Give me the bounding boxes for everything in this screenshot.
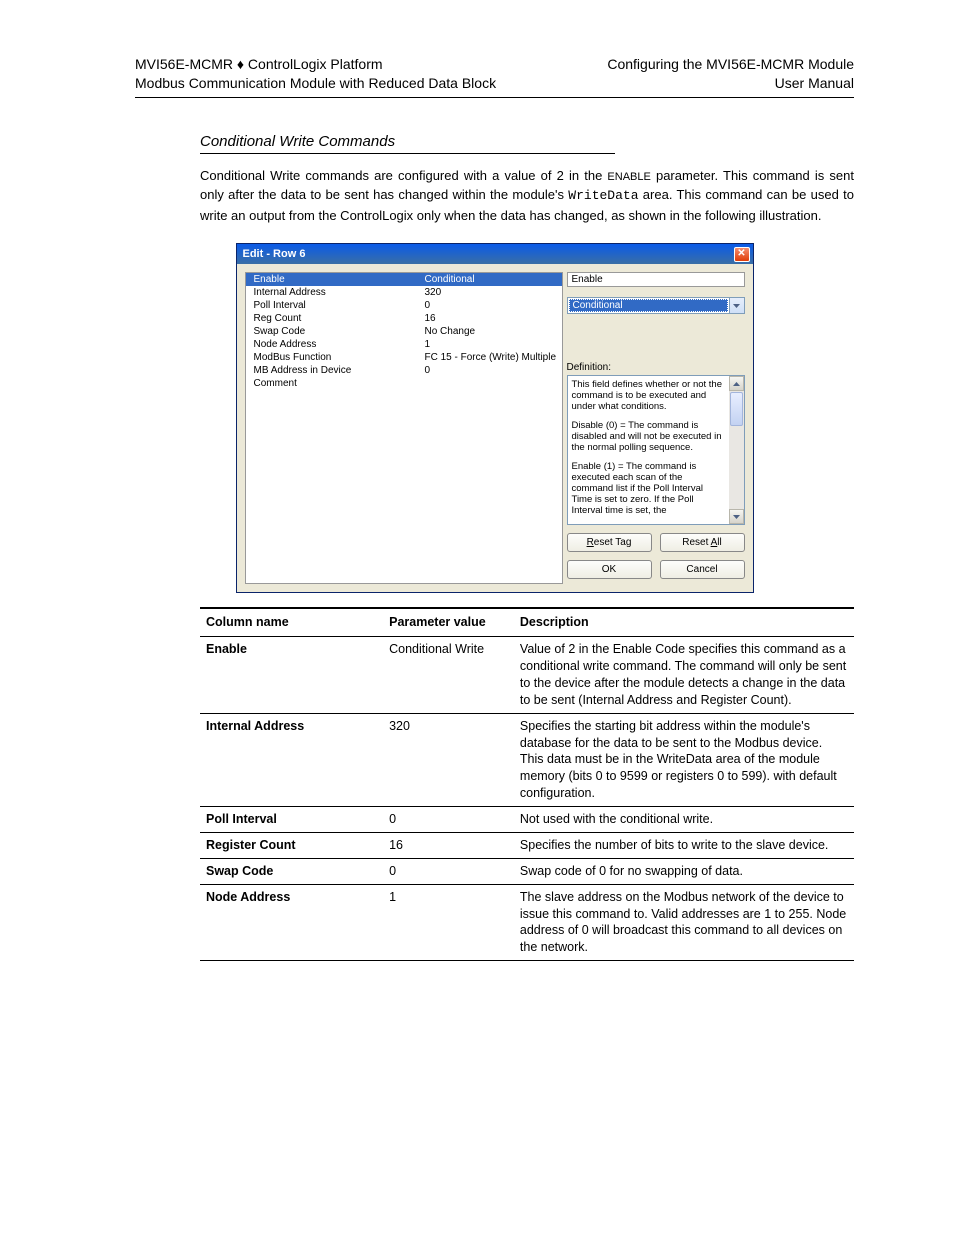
list-item: Internal Address320 xyxy=(246,286,562,299)
field-label: Enable xyxy=(567,272,745,287)
header-right: Configuring the MVI56E-MCMR Module User … xyxy=(607,55,854,93)
intro-paragraph: Conditional Write commands are configure… xyxy=(200,166,854,226)
scroll-thumb[interactable] xyxy=(730,392,743,426)
reset-all-button[interactable]: Reset All xyxy=(660,533,745,552)
table-row: Node Address1The slave address on the Mo… xyxy=(200,884,854,961)
table-row: Internal Address320Specifies the startin… xyxy=(200,713,854,806)
table-row: Poll Interval0Not used with the conditio… xyxy=(200,807,854,833)
header-left-2: Modbus Communication Module with Reduced… xyxy=(135,74,496,93)
list-item: MB Address in Device0 xyxy=(246,364,562,377)
header-left: MVI56E-MCMR ♦ ControlLogix Platform Modb… xyxy=(135,55,496,93)
header-rule xyxy=(135,97,854,98)
titlebar-text: Edit - Row 6 xyxy=(243,248,306,260)
list-item: ModBus FunctionFC 15 - Force (Write) Mul… xyxy=(246,351,562,364)
table-row: Register Count16Specifies the number of … xyxy=(200,832,854,858)
list-item: Node Address1 xyxy=(246,338,562,351)
table-row: Swap Code0Swap code of 0 for no swapping… xyxy=(200,858,854,884)
table-row: EnableConditional WriteValue of 2 in the… xyxy=(200,637,854,714)
definition-box: This field defines whether or not the co… xyxy=(567,375,745,525)
titlebar[interactable]: Edit - Row 6 ✕ xyxy=(237,244,753,264)
definition-table: Column name Parameter value Description … xyxy=(200,607,854,961)
scroll-down-icon[interactable] xyxy=(729,509,744,524)
section-title: Conditional Write Commands xyxy=(200,133,615,154)
table-header-row: Column name Parameter value Description xyxy=(200,608,854,636)
header-left-1: MVI56E-MCMR ♦ ControlLogix Platform xyxy=(135,55,496,74)
list-item: EnableConditional xyxy=(246,273,562,286)
reset-tag-button[interactable]: Reset Tag xyxy=(567,533,652,552)
close-icon[interactable]: ✕ xyxy=(734,247,750,262)
ok-button[interactable]: OK xyxy=(567,560,652,579)
list-item: Comment xyxy=(246,377,562,390)
property-list[interactable]: EnableConditional Internal Address320 Po… xyxy=(245,272,563,584)
header-right-2: User Manual xyxy=(607,74,854,93)
list-item: Poll Interval0 xyxy=(246,299,562,312)
scroll-up-icon[interactable] xyxy=(729,376,744,391)
enable-select[interactable]: Conditional xyxy=(567,297,745,314)
definition-text: This field defines whether or not the co… xyxy=(568,376,729,524)
edit-dialog: Edit - Row 6 ✕ EnableConditional Interna… xyxy=(236,243,754,593)
header-right-1: Configuring the MVI56E-MCMR Module xyxy=(607,55,854,74)
definition-label: Definition: xyxy=(567,362,745,373)
list-item: Reg Count16 xyxy=(246,312,562,325)
cancel-button[interactable]: Cancel xyxy=(660,560,745,579)
scrollbar[interactable] xyxy=(729,376,744,524)
list-item: Swap CodeNo Change xyxy=(246,325,562,338)
right-panel: Enable Conditional Definition: This fiel… xyxy=(567,272,745,584)
chevron-down-icon[interactable] xyxy=(730,297,745,314)
